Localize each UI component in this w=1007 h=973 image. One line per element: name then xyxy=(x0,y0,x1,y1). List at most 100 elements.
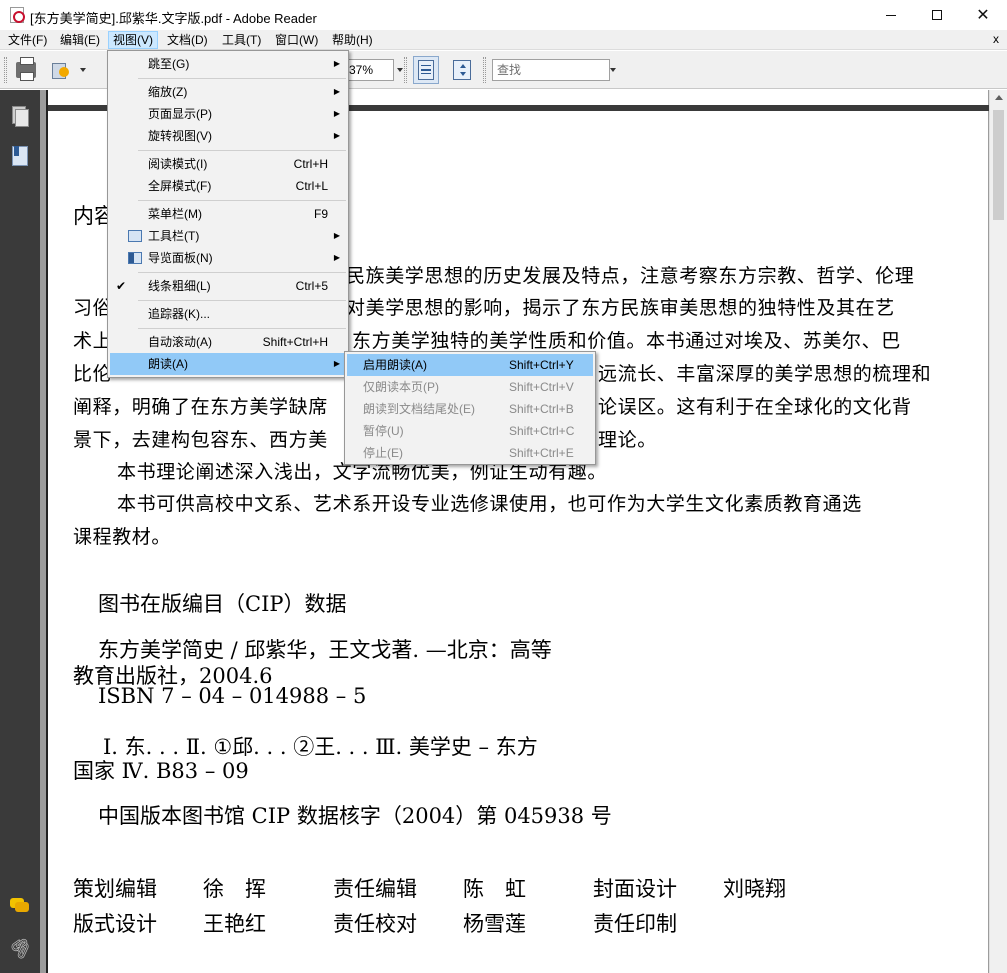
submenu-arrow-icon: ▶ xyxy=(333,131,340,140)
body-line-5: 论误区。这有利于在全球化的文化背 xyxy=(598,396,912,418)
cip-record-number: 中国版本图书馆 CIP 数据核字（2004）第 045938 号 xyxy=(98,804,612,828)
menu-item-rotate-view[interactable]: 旋转视图(V) ▶ xyxy=(110,125,346,147)
menu-separator xyxy=(138,328,346,329)
search-input[interactable]: 查找 xyxy=(492,59,610,81)
fit-page-icon xyxy=(453,60,471,80)
document-close-button[interactable]: x xyxy=(993,32,999,46)
menu-item-shortcut: Shift+Ctrl+V xyxy=(509,380,574,394)
menu-item-shortcut: Ctrl+H xyxy=(293,157,328,171)
body-line-6: 理论。 xyxy=(598,429,657,451)
zoom-field[interactable]: 37% xyxy=(344,59,394,81)
cip-classification-2: 国家 Ⅳ. B83 – 09 xyxy=(73,759,249,783)
menu-separator xyxy=(138,150,346,151)
menu-item-page-display[interactable]: 页面显示(P) ▶ xyxy=(110,103,346,125)
fit-width-icon xyxy=(418,60,434,80)
menu-window[interactable]: 窗口(W) xyxy=(271,31,322,49)
menu-item-shortcut: Ctrl+5 xyxy=(295,279,328,293)
menu-item-label: 朗读(A) xyxy=(148,357,188,371)
menu-item-label: 暂停(U) xyxy=(363,424,404,438)
menu-item-label: 停止(E) xyxy=(363,446,403,460)
menu-item-label: 页面显示(P) xyxy=(148,107,212,121)
pages-panel-icon[interactable] xyxy=(10,106,29,127)
close-icon: ✕ xyxy=(976,7,990,24)
navigation-panel-icon xyxy=(128,252,142,264)
view-menu: 跳至(G) ▶ 缩放(Z) ▶ 页面显示(P) ▶ 旋转视图(V) ▶ 阅读模式… xyxy=(107,50,349,378)
vertical-scrollbar[interactable] xyxy=(989,90,1007,973)
menu-item-read-to-end[interactable]: 朗读到文档结尾处(E) Shift+Ctrl+B xyxy=(347,398,593,420)
menu-item-zoom[interactable]: 缩放(Z) ▶ xyxy=(110,81,346,103)
attachments-panel-icon[interactable]: 🖇 xyxy=(6,933,36,963)
chevron-down-icon[interactable] xyxy=(80,68,86,72)
body-line-1: 民族美学思想的历史发展及特点，注意考察东方宗教、哲学、伦理 xyxy=(346,265,915,287)
credit-editor-label: 责任编辑 xyxy=(333,877,417,901)
menu-item-label: 朗读到文档结尾处(E) xyxy=(363,402,475,416)
menu-separator xyxy=(138,78,346,79)
submenu-arrow-icon: ▶ xyxy=(333,359,340,368)
menu-item-line-weights[interactable]: ✔ 线条粗细(L) Ctrl+5 xyxy=(110,275,346,297)
menu-separator xyxy=(138,300,346,301)
close-button[interactable]: ✕ xyxy=(960,0,1006,30)
cip-isbn: ISBN 7 – 04 – 014988 – 5 xyxy=(98,684,367,708)
bookmarks-panel-icon[interactable] xyxy=(10,146,28,166)
menu-item-reading-mode[interactable]: 阅读模式(I) Ctrl+H xyxy=(110,153,346,175)
menu-item-goto[interactable]: 跳至(G) ▶ xyxy=(110,53,346,75)
menu-item-read-out-loud[interactable]: 朗读(A) ▶ xyxy=(110,353,346,375)
credit-planner-label: 策划编辑 xyxy=(73,877,157,901)
menu-item-label: 自动滚动(A) xyxy=(148,335,212,349)
maximize-icon xyxy=(932,10,942,20)
menu-item-read-this-page[interactable]: 仅朗读本页(P) Shift+Ctrl+V xyxy=(347,376,593,398)
menu-edit[interactable]: 编辑(E) xyxy=(56,31,104,49)
submenu-arrow-icon: ▶ xyxy=(333,59,340,68)
menu-item-navigation-panels[interactable]: 导览面板(N) ▶ xyxy=(110,247,346,269)
menu-document[interactable]: 文档(D) xyxy=(163,31,212,49)
menu-item-shortcut: Shift+Ctrl+H xyxy=(262,335,328,349)
maximize-button[interactable] xyxy=(914,0,960,30)
toolbar-grip[interactable] xyxy=(4,57,7,83)
collaborate-icon xyxy=(51,60,71,80)
menu-item-label: 线条粗细(L) xyxy=(148,279,211,293)
fit-width-button[interactable] xyxy=(413,56,439,84)
menu-item-pause[interactable]: 暂停(U) Shift+Ctrl+C xyxy=(347,420,593,442)
cip-title: 图书在版编目（CIP）数据 xyxy=(98,592,347,616)
body-line-9: 课程教材。 xyxy=(73,526,172,548)
menu-tools[interactable]: 工具(T) xyxy=(218,31,265,49)
submenu-arrow-icon: ▶ xyxy=(333,253,340,262)
menu-item-menu-bar[interactable]: 菜单栏(M) F9 xyxy=(110,203,346,225)
collaborate-button[interactable] xyxy=(48,56,74,84)
scroll-thumb[interactable] xyxy=(993,110,1004,220)
menu-separator xyxy=(138,272,346,273)
credit-print-label: 责任印制 xyxy=(593,912,677,936)
body-line-3: 东方美学独特的美学性质和价值。本书通过对埃及、苏美尔、巴 xyxy=(352,330,901,352)
menu-file[interactable]: 文件(F) xyxy=(4,31,51,49)
menu-item-auto-scroll[interactable]: 自动滚动(A) Shift+Ctrl+H xyxy=(110,331,346,353)
print-button[interactable] xyxy=(13,56,39,84)
minimize-button[interactable] xyxy=(868,0,914,30)
comments-panel-icon[interactable] xyxy=(10,896,29,916)
menu-help[interactable]: 帮助(H) xyxy=(328,31,377,49)
menu-item-full-screen[interactable]: 全屏模式(F) Ctrl+L xyxy=(110,175,346,197)
menu-item-shortcut: Shift+Ctrl+B xyxy=(509,402,574,416)
body-line-6-prefix: 景下，去建构包容东、西方美 xyxy=(73,429,328,451)
menu-item-label: 工具栏(T) xyxy=(148,229,200,243)
menu-item-activate-read-out-loud[interactable]: 启用朗读(A) Shift+Ctrl+Y xyxy=(347,354,593,376)
checkmark-icon: ✔ xyxy=(116,279,127,293)
menu-item-shortcut: Shift+Ctrl+C xyxy=(509,424,575,438)
search-dropdown-icon[interactable] xyxy=(610,68,616,72)
credit-editor: 陈 虹 xyxy=(463,877,526,901)
menu-item-stop[interactable]: 停止(E) Shift+Ctrl+E xyxy=(347,442,593,464)
menu-item-label: 跳至(G) xyxy=(148,57,190,71)
body-line-4: 远流长、丰富深厚的美学思想的梳理和 xyxy=(598,363,932,385)
menu-item-label: 阅读模式(I) xyxy=(148,157,208,171)
menu-item-label: 导览面板(N) xyxy=(148,251,213,265)
menu-item-label: 追踪器(K)... xyxy=(148,307,210,321)
menu-item-toolbars[interactable]: 工具栏(T) ▶ xyxy=(110,225,346,247)
menu-view[interactable]: 视图(V) xyxy=(108,31,158,49)
submenu-arrow-icon: ▶ xyxy=(333,87,340,96)
menu-item-tracker[interactable]: 追踪器(K)... xyxy=(110,303,346,325)
fit-page-button[interactable] xyxy=(449,56,475,84)
zoom-dropdown-icon[interactable] xyxy=(397,68,403,72)
title-bar: [东方美学简史].邱紫华.文字版.pdf - Adobe Reader ✕ xyxy=(0,0,1007,30)
credit-layout: 王艳红 xyxy=(203,912,266,936)
scroll-up-icon[interactable] xyxy=(995,95,1003,100)
credit-proof: 杨雪莲 xyxy=(463,912,526,936)
